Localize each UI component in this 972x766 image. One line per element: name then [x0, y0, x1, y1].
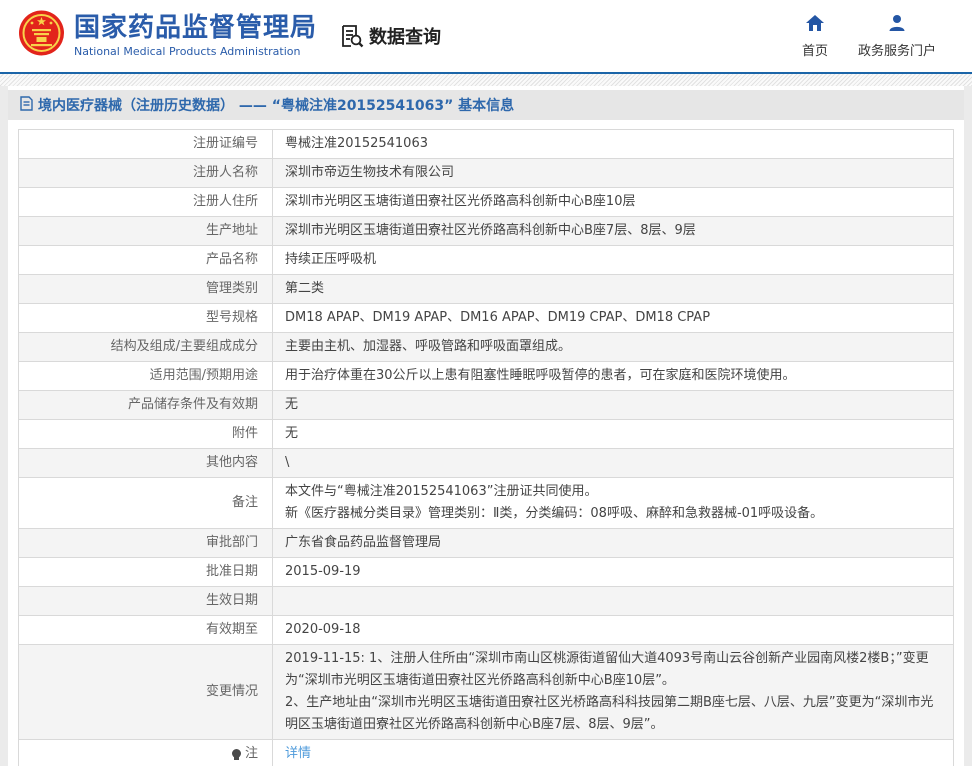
org-name-en: National Medical Products Administration — [74, 45, 317, 58]
row-value: 深圳市光明区玉塘街道田寮社区光侨路高科创新中心B座7层、8层、9层 — [273, 217, 954, 246]
registration-info-table: 注册证编号粤械注准20152541063注册人名称深圳市帝迈生物技术有限公司注册… — [18, 129, 954, 766]
table-row: 变更情况2019-11-15: 1、注册人住所由“深圳市南山区桃源街道留仙大道4… — [19, 645, 954, 740]
row-label: 产品名称 — [19, 246, 273, 275]
nav-item-portal[interactable]: 政务服务门户 — [858, 14, 936, 59]
row-label: 适用范围/预期用途 — [19, 362, 273, 391]
detail-link[interactable]: 详情 — [285, 746, 311, 761]
row-value: 2020-09-18 — [273, 616, 954, 645]
row-value: \ — [273, 449, 954, 478]
row-value: 2019-11-15: 1、注册人住所由“深圳市南山区桃源街道留仙大道4093号… — [273, 645, 954, 740]
row-label: 审批部门 — [19, 529, 273, 558]
table-row: 批准日期2015-09-19 — [19, 558, 954, 587]
row-value: 2015-09-19 — [273, 558, 954, 587]
row-label: 管理类别 — [19, 275, 273, 304]
table-row: 产品名称持续正压呼吸机 — [19, 246, 954, 275]
hatch-strip — [0, 74, 972, 86]
table-row: 注册人住所深圳市光明区玉塘街道田寮社区光侨路高科创新中心B座10层 — [19, 188, 954, 217]
content-panel: 境内医疗器械（注册历史数据） —— “粤械注准20152541063” 基本信息… — [8, 86, 964, 766]
row-label: 变更情况 — [19, 645, 273, 740]
table-row: 审批部门广东省食品药品监督管理局 — [19, 529, 954, 558]
table-row: 注册证编号粤械注准20152541063 — [19, 130, 954, 159]
row-value: 本文件与“粤械注准20152541063”注册证共同使用。 新《医疗器械分类目录… — [273, 478, 954, 529]
nav-item-home[interactable]: 首页 — [802, 14, 828, 59]
row-label: 其他内容 — [19, 449, 273, 478]
table-row: 管理类别第二类 — [19, 275, 954, 304]
row-label: 注册人名称 — [19, 159, 273, 188]
row-label: 生产地址 — [19, 217, 273, 246]
row-value: 第二类 — [273, 275, 954, 304]
top-nav: 首页 政务服务门户 — [802, 14, 936, 59]
brand-text: 国家药品监督管理局 National Medical Products Admi… — [74, 14, 317, 59]
row-value: 无 — [273, 391, 954, 420]
row-label: 备注 — [19, 478, 273, 529]
table-row: 其他内容\ — [19, 449, 954, 478]
row-label: 型号规格 — [19, 304, 273, 333]
document-icon — [20, 96, 33, 115]
user-icon — [888, 14, 906, 36]
row-value: 广东省食品药品监督管理局 — [273, 529, 954, 558]
document-search-icon — [339, 23, 365, 49]
table-row: 附件无 — [19, 420, 954, 449]
org-name-cn: 国家药品监督管理局 — [74, 14, 317, 43]
row-value: 无 — [273, 420, 954, 449]
row-label: 结构及组成/主要组成成分 — [19, 333, 273, 362]
table-row: 型号规格DM18 APAP、DM19 APAP、DM16 APAP、DM19 C… — [19, 304, 954, 333]
row-label: 注册人住所 — [19, 188, 273, 217]
row-value: DM18 APAP、DM19 APAP、DM16 APAP、DM19 CPAP、… — [273, 304, 954, 333]
site-header: 国家药品监督管理局 National Medical Products Admi… — [0, 0, 972, 72]
site-brand: 国家药品监督管理局 National Medical Products Admi… — [18, 9, 317, 63]
page-title-bar: 境内医疗器械（注册历史数据） —— “粤械注准20152541063” 基本信息 — [8, 90, 964, 120]
row-value: 深圳市光明区玉塘街道田寮社区光侨路高科创新中心B座10层 — [273, 188, 954, 217]
row-value: 粤械注准20152541063 — [273, 130, 954, 159]
row-label: 附件 — [19, 420, 273, 449]
row-value — [273, 587, 954, 616]
data-query-label: 数据查询 — [369, 23, 441, 49]
table-row: 生效日期 — [19, 587, 954, 616]
row-value: 持续正压呼吸机 — [273, 246, 954, 275]
row-value: 详情 — [273, 740, 954, 766]
page-title: 境内医疗器械（注册历史数据） —— “粤械注准20152541063” 基本信息 — [38, 95, 514, 115]
table-row: 备注本文件与“粤械注准20152541063”注册证共同使用。 新《医疗器械分类… — [19, 478, 954, 529]
nav-label-home: 首页 — [802, 40, 828, 59]
row-label: 注 — [19, 740, 273, 766]
row-label: 有效期至 — [19, 616, 273, 645]
table-row: 注册人名称深圳市帝迈生物技术有限公司 — [19, 159, 954, 188]
table-row: 注详情 — [19, 740, 954, 766]
row-label: 注册证编号 — [19, 130, 273, 159]
table-row: 产品储存条件及有效期无 — [19, 391, 954, 420]
national-emblem-logo — [18, 9, 65, 63]
home-icon — [805, 14, 825, 36]
table-row: 有效期至2020-09-18 — [19, 616, 954, 645]
table-row: 生产地址深圳市光明区玉塘街道田寮社区光侨路高科创新中心B座7层、8层、9层 — [19, 217, 954, 246]
row-label: 产品储存条件及有效期 — [19, 391, 273, 420]
row-value: 主要由主机、加湿器、呼吸管路和呼吸面罩组成。 — [273, 333, 954, 362]
table-row: 结构及组成/主要组成成分主要由主机、加湿器、呼吸管路和呼吸面罩组成。 — [19, 333, 954, 362]
row-label: 生效日期 — [19, 587, 273, 616]
row-value: 深圳市帝迈生物技术有限公司 — [273, 159, 954, 188]
nav-label-portal: 政务服务门户 — [858, 40, 936, 59]
row-label: 批准日期 — [19, 558, 273, 587]
info-table-body: 注册证编号粤械注准20152541063注册人名称深圳市帝迈生物技术有限公司注册… — [19, 130, 954, 766]
table-row: 适用范围/预期用途用于治疗体重在30公斤以上患有阻塞性睡眠呼吸暂停的患者，可在家… — [19, 362, 954, 391]
row-value: 用于治疗体重在30公斤以上患有阻塞性睡眠呼吸暂停的患者，可在家庭和医院环境使用。 — [273, 362, 954, 391]
bulb-icon — [232, 749, 241, 758]
data-query-tab[interactable]: 数据查询 — [339, 23, 441, 49]
